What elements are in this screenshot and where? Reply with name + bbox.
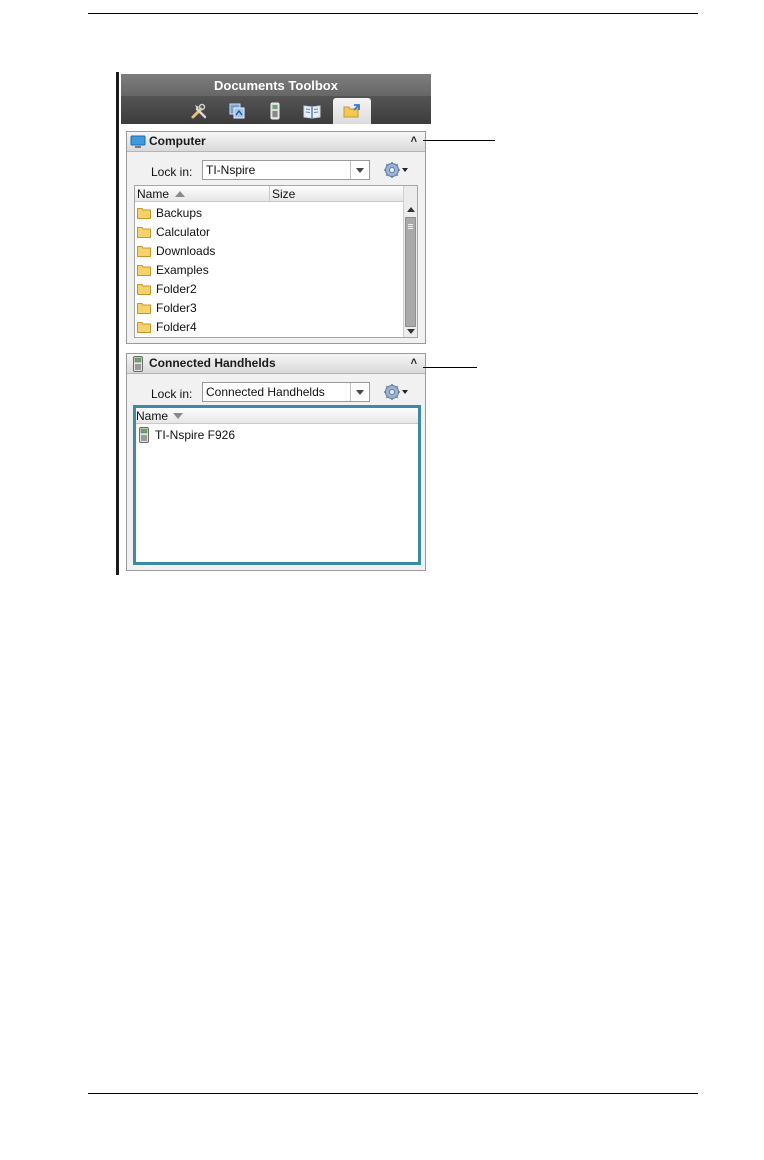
gear-icon	[384, 384, 408, 400]
list-item[interactable]: Downloads	[137, 241, 215, 260]
folder-icon	[137, 264, 151, 276]
list-item-label: Folder3	[156, 300, 197, 315]
vertical-scrollbar[interactable]	[403, 186, 417, 337]
list-item-label: Examples	[156, 262, 209, 277]
folder-icon	[137, 245, 151, 257]
scrollbar-thumb[interactable]	[405, 217, 416, 327]
handhelds-panel: Connected Handhelds ˄ Lock in: Connected…	[126, 353, 426, 571]
handheld-list[interactable]: Name TI-Nspire F926	[133, 405, 421, 565]
list-item[interactable]: Examples	[137, 260, 209, 279]
window-left-edge	[116, 72, 119, 575]
chevron-down-icon[interactable]	[350, 383, 369, 401]
list-item[interactable]: Folder3	[137, 298, 197, 317]
folder-export-icon	[343, 104, 360, 118]
list-item[interactable]: Folder4	[137, 317, 197, 336]
computer-icon	[130, 135, 146, 148]
top-page-rule	[88, 13, 698, 14]
collapse-icon[interactable]: ˄	[411, 134, 417, 146]
folder-icon	[137, 302, 151, 314]
chevron-down-icon[interactable]	[350, 161, 369, 179]
list-item[interactable]: TI-Nspire F926	[138, 425, 235, 444]
lookin-value: TI-Nspire	[206, 163, 256, 177]
tab-utilities[interactable]	[184, 100, 214, 122]
list-item-label: Calculator	[156, 224, 211, 239]
folder-icon	[137, 226, 151, 238]
list-item-label: Folder2	[156, 281, 197, 296]
gear-menu-button[interactable]	[383, 161, 409, 179]
handhelds-panel-header[interactable]: Connected Handhelds ˄	[127, 354, 425, 374]
computer-panel-title: Computer	[149, 134, 206, 148]
callout-line	[423, 367, 477, 368]
handhelds-panel-title: Connected Handhelds	[149, 356, 276, 370]
lookin-dropdown[interactable]: Connected Handhelds	[202, 382, 370, 402]
column-header-size[interactable]: Size	[272, 187, 295, 201]
sort-ascending-icon	[175, 191, 185, 197]
handheld-icon	[133, 356, 143, 372]
list-item[interactable]: Calculator	[137, 222, 210, 241]
callout-line	[423, 140, 495, 141]
page-sorter-icon	[229, 103, 245, 119]
list-item-label: Backups	[156, 205, 203, 220]
handheld-icon	[270, 102, 280, 120]
list-item-label: Downloads	[156, 243, 216, 258]
folder-icon	[137, 283, 151, 295]
scroll-up-icon[interactable]	[407, 207, 415, 212]
lookin-dropdown[interactable]: TI-Nspire	[202, 160, 370, 180]
lookin-value: Connected Handhelds	[206, 385, 325, 399]
list-item-label: TI-Nspire F926	[155, 427, 236, 442]
lookin-label: Lock in:	[151, 387, 193, 401]
column-header-name[interactable]: Name	[137, 187, 169, 201]
book-icon	[303, 105, 321, 119]
gear-menu-button[interactable]	[383, 383, 409, 401]
computer-file-list: Name Size Backups Calculator Downloads E…	[134, 185, 418, 338]
collapse-icon[interactable]: ˄	[411, 356, 417, 368]
gear-icon	[384, 162, 408, 178]
tab-content-workspace[interactable]	[333, 98, 371, 124]
computer-panel: Computer ˄ Lock in: TI-Nspire Name Size …	[126, 131, 426, 344]
toolbox-title: Documents Toolbox	[121, 74, 431, 96]
toolbox-tab-strip	[121, 96, 431, 124]
tab-emulator[interactable]	[260, 100, 290, 122]
column-header-name[interactable]: Name	[136, 409, 168, 423]
folder-icon	[137, 207, 151, 219]
sort-descending-icon	[173, 413, 183, 419]
list-item[interactable]: Folder2	[137, 279, 197, 298]
column-header-row: Name Size	[135, 186, 403, 202]
handheld-icon	[139, 426, 149, 443]
list-item-label: Folder4	[156, 319, 197, 334]
tab-page-sorter[interactable]	[222, 100, 252, 122]
column-divider	[269, 186, 270, 201]
bottom-page-rule	[88, 1093, 698, 1094]
scroll-down-icon[interactable]	[407, 329, 415, 334]
tools-icon	[191, 103, 207, 119]
list-item[interactable]: Backups	[137, 203, 202, 222]
column-header-row: Name	[136, 408, 418, 424]
computer-panel-header[interactable]: Computer ˄	[127, 132, 425, 152]
folder-icon	[137, 321, 151, 333]
tab-content-explorer[interactable]	[297, 100, 327, 122]
lookin-label: Lock in:	[151, 165, 193, 179]
